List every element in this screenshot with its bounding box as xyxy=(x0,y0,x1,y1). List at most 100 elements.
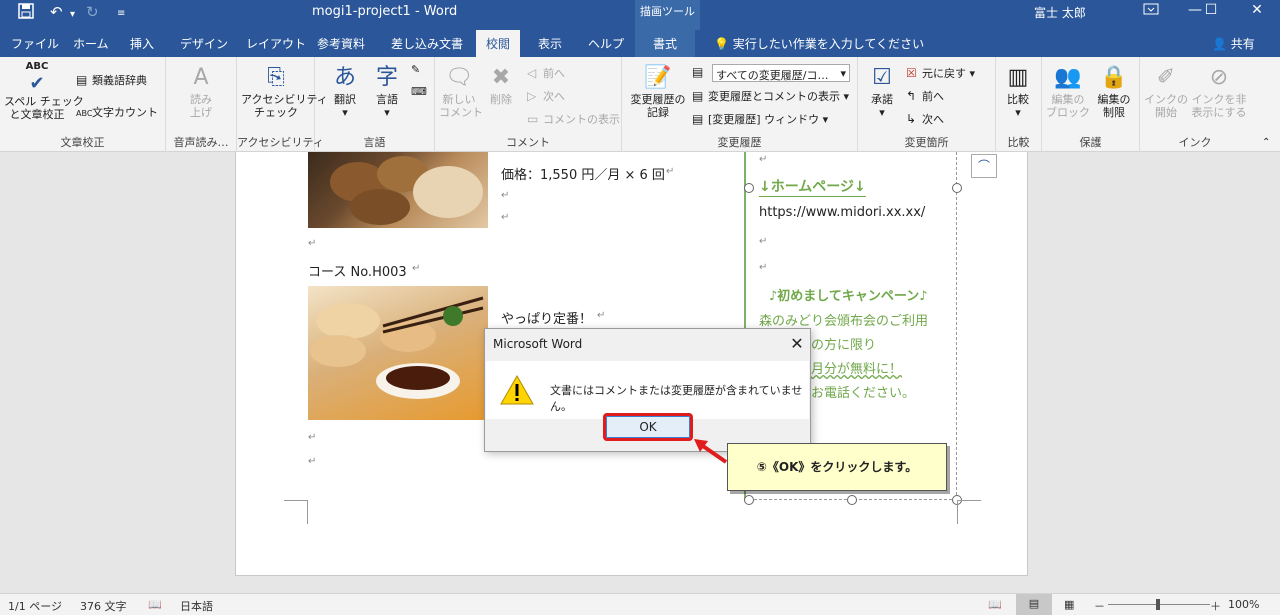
proofing-status-icon[interactable]: 📖 xyxy=(148,598,162,611)
tab-help[interactable]: ヘルプ xyxy=(588,35,624,52)
accessibility-check-button[interactable]: ⎘ アクセシビリティ チェック xyxy=(241,65,328,119)
translate-button[interactable]: あ 翻訳 ▾ xyxy=(325,65,365,119)
tab-view[interactable]: 表示 xyxy=(538,35,562,52)
delete-comment-label: 削除 xyxy=(490,93,512,106)
zoom-in-button[interactable]: ＋ xyxy=(1210,598,1221,614)
resize-handle[interactable] xyxy=(744,183,754,193)
accept-button[interactable]: ☑ 承諾 ▾ xyxy=(862,65,902,119)
campaign-heading[interactable]: ♪初めましてキャンペーン♪ xyxy=(769,285,928,304)
tab-mailings[interactable]: 差し込み文書 xyxy=(391,35,463,52)
price-text[interactable]: 価格：1,550 円／月 × 6 回 xyxy=(501,164,665,183)
previous-change-label: 前へ xyxy=(922,90,944,103)
campaign-line-4[interactable]: お電話ください。 xyxy=(811,382,915,401)
course-description[interactable]: やっぱり定番！ xyxy=(501,308,592,327)
next-change-button[interactable]: ↳ 次へ xyxy=(906,111,944,127)
delete-comment-button[interactable]: ✖ 削除 xyxy=(481,65,521,106)
restrict-editing-label: 編集の 制限 xyxy=(1097,93,1131,119)
maximize-button[interactable]: ☐ xyxy=(1196,2,1226,18)
show-comments-button[interactable]: ▭ コメントの表示 xyxy=(527,111,620,127)
tab-references[interactable]: 参考資料 xyxy=(317,35,365,52)
homepage-url[interactable]: https://www.midori.xx.xx/ xyxy=(759,205,925,220)
language-button[interactable]: 字 言語 ▾ xyxy=(367,65,407,119)
word-count[interactable]: 376 文字 xyxy=(80,598,127,614)
user-name[interactable]: 富士 太郎 xyxy=(1034,4,1086,21)
share-button[interactable]: 👤 共有 xyxy=(1212,35,1255,52)
redo-icon[interactable]: ↻ xyxy=(86,3,99,21)
zoom-slider[interactable] xyxy=(1108,599,1210,610)
display-for-review-select[interactable]: すべての変更履歴/コ… ▾ xyxy=(712,64,850,82)
tab-format[interactable]: 書式 xyxy=(635,30,696,57)
restrict-editing-button[interactable]: 🔒 編集の 制限 xyxy=(1092,65,1136,119)
ok-button[interactable]: OK xyxy=(603,413,693,441)
tab-home[interactable]: ホーム xyxy=(73,35,109,52)
zoom-level[interactable]: 100% xyxy=(1228,598,1259,611)
show-markup-button[interactable]: ▤ 変更履歴とコメントの表示 ▾ xyxy=(692,88,849,104)
customize-qat-icon[interactable]: ≡ xyxy=(117,8,125,19)
print-layout-icon[interactable]: ▤ xyxy=(1016,594,1052,615)
group-label-accessibility: アクセシビリティ xyxy=(237,136,324,149)
reviewing-pane-button[interactable]: ▤ [変更履歴] ウィンドウ ▾ xyxy=(692,111,828,127)
homepage-heading[interactable]: ↓ホームページ↓ xyxy=(759,176,866,197)
ime-keyboard-icon[interactable]: ⌨ xyxy=(411,85,427,98)
zoom-slider-thumb[interactable] xyxy=(1156,599,1160,610)
previous-change-button[interactable]: ↰ 前へ xyxy=(906,88,944,104)
start-inking-button[interactable]: ✐ インクの 開始 xyxy=(1144,65,1188,119)
paragraph-mark: ↵ xyxy=(308,238,317,249)
display-for-review-icon: ▤ xyxy=(692,65,704,79)
block-authors-button[interactable]: 👥 編集の ブロック xyxy=(1046,65,1090,119)
layout-options-icon[interactable]: ⌒ xyxy=(971,154,997,178)
previous-comment-button[interactable]: ◁ 前へ xyxy=(527,65,565,81)
campaign-line-2[interactable]: の方に限り xyxy=(811,334,876,353)
word-count-button[interactable]: ABC文字カウント xyxy=(76,104,158,120)
track-changes-button[interactable]: 📝 変更履歴の 記録 xyxy=(626,65,690,119)
warning-icon xyxy=(500,375,534,405)
resize-handle[interactable] xyxy=(744,495,754,505)
undo-icon[interactable]: ↶ xyxy=(50,3,63,21)
language-status[interactable]: 日本語 xyxy=(180,598,213,614)
close-button[interactable]: ✕ xyxy=(1242,2,1272,18)
save-icon[interactable] xyxy=(18,3,34,23)
tab-review[interactable]: 校閲 xyxy=(476,30,521,57)
reviewing-pane-icon: ▤ xyxy=(692,112,704,126)
compare-button[interactable]: ▥ 比較 ▾ xyxy=(998,65,1038,119)
thesaurus-button[interactable]: ▤ 類義語辞典 xyxy=(76,72,147,88)
page-count[interactable]: 1/1 ページ xyxy=(8,598,62,614)
new-comment-button[interactable]: 🗨 新しい コメント xyxy=(439,65,483,119)
accept-dropdown-icon: ▾ xyxy=(879,106,885,119)
resize-handle[interactable] xyxy=(952,183,962,193)
dialog-close-button[interactable]: ✕ xyxy=(785,332,809,356)
compare-icon: ▥ xyxy=(1007,65,1029,90)
hide-ink-button[interactable]: ⊘ インクを非 表示にする xyxy=(1190,65,1248,119)
campaign-line-1[interactable]: 森のみどり会頒布会のご利用 xyxy=(759,310,928,329)
group-speech: A 読み 上げ 音声読み… xyxy=(166,57,237,152)
course-number[interactable]: コース No.H003 xyxy=(308,261,407,280)
person-icon: 👤 xyxy=(1212,37,1227,51)
tell-me-search[interactable]: 💡 実行したい作業を入力してください xyxy=(714,35,924,52)
reject-button[interactable]: ☒ 元に戻す ▾ xyxy=(906,65,975,81)
spelling-abc-icon: ABC xyxy=(25,61,49,72)
show-markup-label: 変更履歴とコメントの表示 xyxy=(708,90,840,103)
tab-insert[interactable]: 挿入 xyxy=(130,35,154,52)
group-label-tracking: 変更履歴 xyxy=(717,136,762,149)
collapse-ribbon-icon[interactable]: ⌃ xyxy=(1262,137,1270,148)
undo-dropdown-icon[interactable]: ▾ xyxy=(70,9,75,20)
resize-handle[interactable] xyxy=(847,495,857,505)
tab-layout[interactable]: レイアウト xyxy=(246,35,306,52)
spelling-grammar-button[interactable]: ABC ✔ スペル チェック と文章校正 xyxy=(4,61,84,121)
tab-design[interactable]: デザイン xyxy=(180,35,228,52)
tab-file[interactable]: ファイル xyxy=(11,35,59,52)
web-layout-icon[interactable]: ▦ xyxy=(1064,598,1074,611)
block-authors-icon: 👥 xyxy=(1054,65,1082,90)
instruction-callout: ⑤《OK》をクリックします。 xyxy=(727,443,947,491)
ribbon-display-options-icon[interactable] xyxy=(1136,2,1166,20)
next-comment-button[interactable]: ▷ 次へ xyxy=(527,88,565,104)
bread-photo[interactable] xyxy=(308,152,488,228)
ime-pen-icon[interactable]: ✎ xyxy=(411,63,420,76)
previous-comment-label: 前へ xyxy=(543,67,565,80)
campaign-line-3[interactable]: 月分が無料に！ xyxy=(811,358,902,377)
gyoza-photo[interactable] xyxy=(308,286,488,420)
read-mode-icon[interactable]: 📖 xyxy=(988,598,1002,611)
zoom-out-button[interactable]: － xyxy=(1094,598,1105,614)
group-label-speech: 音声読み… xyxy=(173,136,229,149)
read-aloud-button[interactable]: A 読み 上げ xyxy=(178,65,224,119)
